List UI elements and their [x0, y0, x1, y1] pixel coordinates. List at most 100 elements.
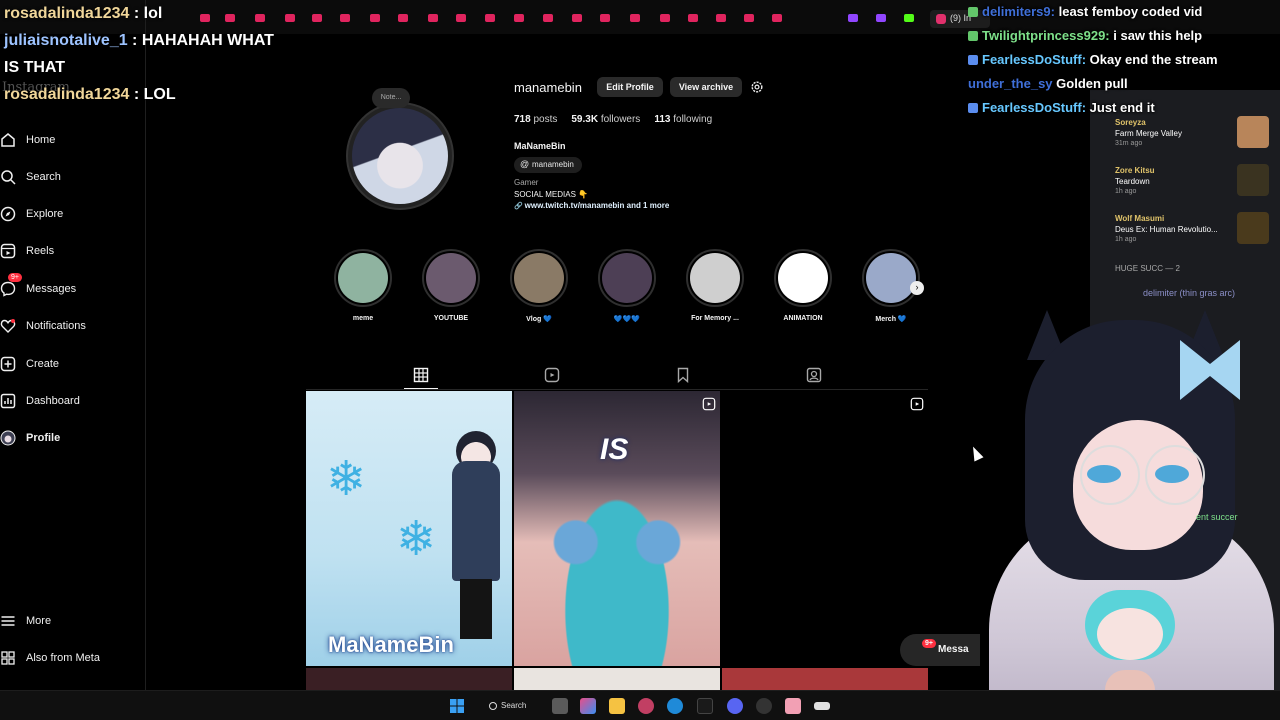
chat-text: least femboy coded vid — [1054, 4, 1203, 19]
youtube-tab-icon[interactable] — [716, 14, 726, 22]
app-icon[interactable] — [814, 702, 830, 710]
nav-also-from-meta[interactable]: Also from Meta — [0, 646, 100, 670]
kick-tab-icon[interactable] — [904, 14, 914, 22]
story-highlight[interactable]: meme — [334, 249, 392, 322]
nav-messages[interactable]: 9+ Messages — [0, 273, 77, 301]
chevron-right-icon[interactable]: › — [910, 281, 924, 295]
nav-more[interactable]: More — [0, 609, 51, 633]
youtube-tab-icon[interactable] — [485, 14, 495, 22]
reels-tab-icon[interactable] — [544, 367, 560, 383]
twitch-tab-icon[interactable] — [876, 14, 886, 22]
mouse-cursor-icon — [968, 444, 984, 462]
post-thumbnail[interactable] — [722, 391, 928, 666]
task-view-icon[interactable] — [552, 698, 568, 714]
youtube-tab-icon[interactable] — [630, 14, 640, 22]
story-highlight[interactable]: Vlog 💙 — [510, 249, 568, 323]
game-thumbnail — [1237, 116, 1269, 148]
nav-profile[interactable]: Profile — [0, 426, 60, 450]
activity-time: 31m ago — [1115, 140, 1143, 147]
post-thumbnail[interactable] — [722, 668, 928, 690]
chat-message: FearlessDoStuff: Just end it — [968, 96, 1280, 120]
youtube-tab-icon[interactable] — [340, 14, 350, 22]
nav-home[interactable]: Home — [0, 128, 55, 152]
messages-popup-button[interactable]: 9+ Messa — [900, 634, 980, 666]
chat-message: rosadalinda1234 : LOL — [0, 81, 300, 108]
youtube-tab-icon[interactable] — [514, 14, 524, 22]
youtube-tab-icon[interactable] — [772, 14, 782, 22]
chat-username: FearlessDoStuff: — [982, 100, 1087, 115]
copilot-icon[interactable] — [580, 698, 596, 714]
nav-label: Messages — [26, 283, 77, 295]
youtube-tab-icon[interactable] — [660, 14, 670, 22]
post-thumbnail[interactable]: IS — [514, 391, 720, 666]
obs-icon[interactable] — [756, 698, 772, 714]
chat-text: : lol — [129, 5, 163, 22]
story-highlight[interactable]: YOUTUBE — [422, 249, 480, 322]
chat-text: i saw this help — [1109, 28, 1203, 43]
nav-explore[interactable]: Explore — [0, 202, 63, 226]
youtube-tab-icon[interactable] — [744, 14, 754, 22]
messages-badge: 9+ — [8, 273, 22, 282]
chat-text: Okay end the stream — [1086, 52, 1218, 67]
saved-tab-icon[interactable] — [675, 367, 691, 383]
note-bubble[interactable]: Note... — [372, 88, 410, 108]
heart-icon — [0, 319, 16, 333]
highlight-label: 💙💙💙 — [613, 316, 641, 323]
nav-notifications[interactable]: Notifications — [0, 314, 86, 338]
youtube-tab-icon[interactable] — [398, 14, 408, 22]
nav-reels[interactable]: Reels — [0, 239, 54, 263]
bio-link[interactable]: www.twitch.tv/manamebin and 1 more — [514, 201, 670, 210]
threads-badge[interactable]: manamebin — [514, 157, 582, 173]
stream-chat-overlay-right: delimiters9: least femboy coded vid Twil… — [968, 0, 1280, 120]
activity-item[interactable]: Zore Kitsu Teardown 1h ago — [1115, 166, 1155, 195]
tagged-tab-icon[interactable] — [806, 367, 822, 383]
youtube-tab-icon[interactable] — [312, 14, 322, 22]
youtube-tab-icon[interactable] — [688, 14, 698, 22]
settings-icon[interactable] — [750, 80, 764, 94]
terminal-icon[interactable] — [697, 698, 713, 714]
chat-text: : LOL — [129, 86, 176, 103]
discord-icon[interactable] — [727, 698, 743, 714]
edit-profile-button[interactable]: Edit Profile — [597, 77, 663, 97]
nav-label: Search — [26, 171, 61, 183]
file-explorer-icon[interactable] — [609, 698, 625, 714]
taskbar-search[interactable]: Search — [481, 696, 541, 716]
app-icon[interactable] — [785, 698, 801, 714]
following-count[interactable]: 113 following — [654, 114, 712, 125]
view-archive-button[interactable]: View archive — [670, 77, 742, 97]
story-highlight[interactable]: ANIMATION — [774, 249, 832, 322]
story-highlight[interactable]: 💙💙💙 — [598, 249, 656, 323]
chat-message: delimiters9: least femboy coded vid — [968, 0, 1280, 24]
story-highlight[interactable]: For Memory ... — [686, 249, 744, 322]
post-thumbnail[interactable]: ❄ ❄ MaNameBin — [306, 391, 512, 666]
followers-count[interactable]: 59.3K followers — [571, 114, 640, 125]
youtube-tab-icon[interactable] — [456, 14, 466, 22]
youtube-tab-icon[interactable] — [543, 14, 553, 22]
chat-username: under_the_sy — [968, 76, 1053, 91]
youtube-tab-icon[interactable] — [600, 14, 610, 22]
twitch-tab-icon[interactable] — [848, 14, 858, 22]
messages-badge: 9+ — [922, 639, 936, 648]
nav-dashboard[interactable]: Dashboard — [0, 389, 80, 413]
youtube-tab-icon[interactable] — [572, 14, 582, 22]
activity-item[interactable]: Soreyza Farm Merge Valley 31m ago — [1115, 118, 1182, 147]
post-thumbnail[interactable] — [306, 668, 512, 690]
post-thumbnail[interactable] — [514, 668, 720, 690]
group-member[interactable]: ent succer — [1196, 512, 1238, 522]
windows-start-icon[interactable] — [450, 699, 464, 713]
youtube-tab-icon[interactable] — [370, 14, 380, 22]
activity-user: Wolf Masumi — [1115, 214, 1165, 223]
nav-search[interactable]: Search — [0, 165, 61, 189]
opera-browser-icon[interactable] — [638, 698, 654, 714]
group-member[interactable]: delimiter (thin gras arc) — [1143, 288, 1235, 298]
profile-avatar[interactable] — [346, 102, 454, 210]
edge-icon[interactable] — [667, 698, 683, 714]
activity-game: Farm Merge Valley — [1115, 129, 1182, 138]
highlight-cover — [426, 253, 476, 303]
nav-create[interactable]: Create — [0, 352, 59, 376]
activity-item[interactable]: Wolf Masumi Deus Ex: Human Revolutio... 1h… — [1115, 214, 1218, 243]
youtube-tab-icon[interactable] — [428, 14, 438, 22]
posts-grid-tab-icon[interactable] — [413, 367, 429, 383]
post-title-text: MaNameBin — [328, 632, 454, 657]
chat-username: rosadalinda1234 — [4, 5, 130, 22]
